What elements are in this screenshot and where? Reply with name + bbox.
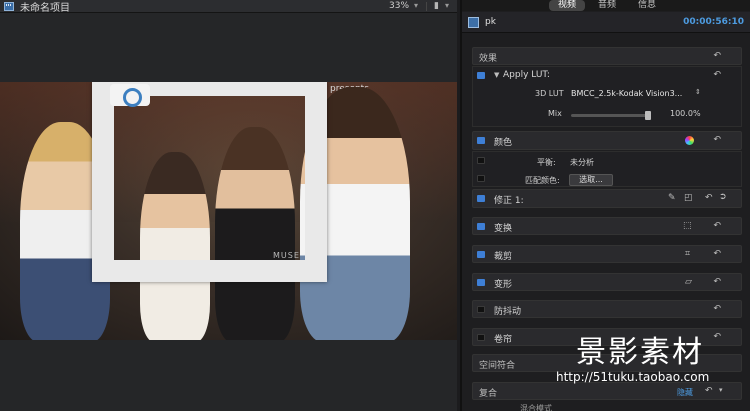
- spatial-conform-label: 空间符合: [479, 361, 516, 371]
- chevron-down-icon[interactable]: ▾: [719, 386, 723, 394]
- reset-icon[interactable]: ↶: [713, 332, 721, 342]
- zoom-level-menu[interactable]: 33%: [389, 1, 409, 11]
- crop-onscreen-icon[interactable]: ⌗: [685, 249, 690, 259]
- reset-icon[interactable]: ↶: [713, 135, 721, 145]
- reset-icon[interactable]: ↶: [713, 51, 721, 61]
- composite-label: 复合: [479, 389, 498, 399]
- balance-value: 未分析: [570, 158, 594, 167]
- divider: [426, 2, 427, 11]
- reset-icon[interactable]: ↶: [705, 193, 713, 203]
- inspector-tabs: 视频 音频 信息: [462, 0, 750, 11]
- color-label: 颜色: [494, 138, 513, 148]
- reset-icon[interactable]: ↶: [713, 249, 721, 259]
- viewer-toolbar: 未命名项目 33% ▾ ▮ ▾: [0, 0, 457, 14]
- match-color-checkbox[interactable]: [477, 175, 485, 182]
- clip-film-icon: [468, 16, 479, 28]
- tab-audio[interactable]: 音频: [589, 0, 625, 11]
- mix-slider-fill: [571, 114, 651, 117]
- section-label: 变形: [494, 280, 513, 290]
- correction-checkbox[interactable]: [477, 195, 485, 202]
- arrow-right-circle-icon[interactable]: ➲: [719, 192, 727, 202]
- draw-mask-icon[interactable]: ✎: [668, 193, 676, 203]
- section-row-stabilization[interactable]: 防抖动 ↶: [472, 300, 742, 318]
- match-color-label: 匹配颜色:: [525, 176, 560, 185]
- crop-checkbox[interactable]: [477, 251, 485, 258]
- camera-logo-icon: [110, 84, 150, 107]
- mix-unit: %: [693, 109, 701, 118]
- video-frame[interactable]: presents MUSE: [0, 82, 457, 340]
- lut-label: 3D LUT: [535, 89, 564, 98]
- effects-header[interactable]: 效果 ↶: [472, 47, 742, 65]
- reset-icon[interactable]: ↶: [705, 386, 713, 396]
- watermark-text: 景影素材: [576, 335, 704, 370]
- clip-name: pk: [485, 17, 496, 27]
- section-row-transform[interactable]: 变换 ⬚ ↶: [472, 217, 742, 235]
- correction-row[interactable]: 修正 1: ✎ ◰ ↶ ➲: [472, 189, 742, 208]
- project-title: 未命名项目: [20, 2, 70, 14]
- section-label: 防抖动: [494, 307, 522, 317]
- project-clapper-icon: [4, 1, 14, 11]
- lut-select[interactable]: BMCC_2.5k-Kodak Vision3...: [571, 89, 682, 98]
- correction-label: 修正 1:: [494, 196, 524, 206]
- clip-header: pk 00:00:56:10: [462, 12, 750, 33]
- balance-label: 平衡:: [537, 158, 556, 167]
- clip-timecode: 00:00:56:10: [683, 17, 744, 27]
- match-color-choose-button[interactable]: 选取...: [569, 174, 613, 186]
- watermark-url: http://51tuku.taobao.com: [556, 370, 710, 384]
- viewer-panel: 未命名项目 33% ▾ ▮ ▾ presents MUSE: [0, 0, 457, 411]
- section-label: 卷帘: [494, 335, 513, 345]
- reset-icon[interactable]: ↶: [713, 70, 721, 80]
- effects-header-label: 效果: [479, 54, 498, 64]
- apply-lut-checkbox[interactable]: [477, 72, 485, 79]
- color-board-icon[interactable]: [685, 136, 694, 145]
- rolling-shutter-checkbox[interactable]: [477, 334, 485, 341]
- stabilization-checkbox[interactable]: [477, 306, 485, 313]
- chevron-down-icon[interactable]: ▾: [414, 1, 418, 10]
- mix-slider[interactable]: [571, 111, 651, 120]
- frame-brand-text: MUSE: [273, 251, 300, 260]
- reset-icon[interactable]: ↶: [713, 277, 721, 287]
- section-label: 变换: [494, 224, 513, 234]
- select-arrows-icon[interactable]: ⇕: [695, 88, 701, 96]
- section-label: 裁剪: [494, 252, 513, 262]
- distort-onscreen-icon[interactable]: ▱: [685, 277, 692, 287]
- section-row-crop[interactable]: 裁剪 ⌗ ↶: [472, 245, 742, 263]
- composite-header[interactable]: 复合 隐藏 ↶ ▾: [472, 382, 742, 400]
- apply-lut-block: ▼ Apply LUT: ↶ 3D LUT BMCC_2.5k-Kodak Vi…: [472, 66, 742, 127]
- tab-video[interactable]: 视频: [548, 0, 585, 11]
- hide-link[interactable]: 隐藏: [677, 387, 693, 398]
- transform-checkbox[interactable]: [477, 223, 485, 230]
- tab-info[interactable]: 信息: [629, 0, 665, 11]
- disclosure-triangle-icon[interactable]: ▼: [494, 71, 499, 79]
- color-checkbox[interactable]: [477, 137, 485, 144]
- mix-slider-knob[interactable]: [645, 111, 651, 120]
- chevron-down-icon[interactable]: ▾: [445, 1, 449, 10]
- mix-value[interactable]: 100.0: [670, 109, 693, 118]
- apply-lut-label: Apply LUT:: [503, 70, 550, 80]
- section-row-distort[interactable]: 变形 ▱ ↶: [472, 273, 742, 291]
- distort-checkbox[interactable]: [477, 279, 485, 286]
- view-options-icon[interactable]: ▮: [434, 1, 439, 11]
- reset-icon[interactable]: ↶: [713, 221, 721, 231]
- blend-mode-label: 混合模式: [520, 404, 552, 411]
- color-row[interactable]: 颜色 ↶: [472, 131, 742, 150]
- mix-label: Mix: [548, 109, 562, 118]
- reset-icon[interactable]: ↶: [713, 304, 721, 314]
- transform-onscreen-icon[interactable]: ⬚: [683, 221, 692, 231]
- color-details: 平衡: 未分析 匹配颜色: 选取...: [472, 151, 742, 187]
- shape-mask-icon[interactable]: ◰: [684, 193, 693, 203]
- balance-checkbox[interactable]: [477, 157, 485, 164]
